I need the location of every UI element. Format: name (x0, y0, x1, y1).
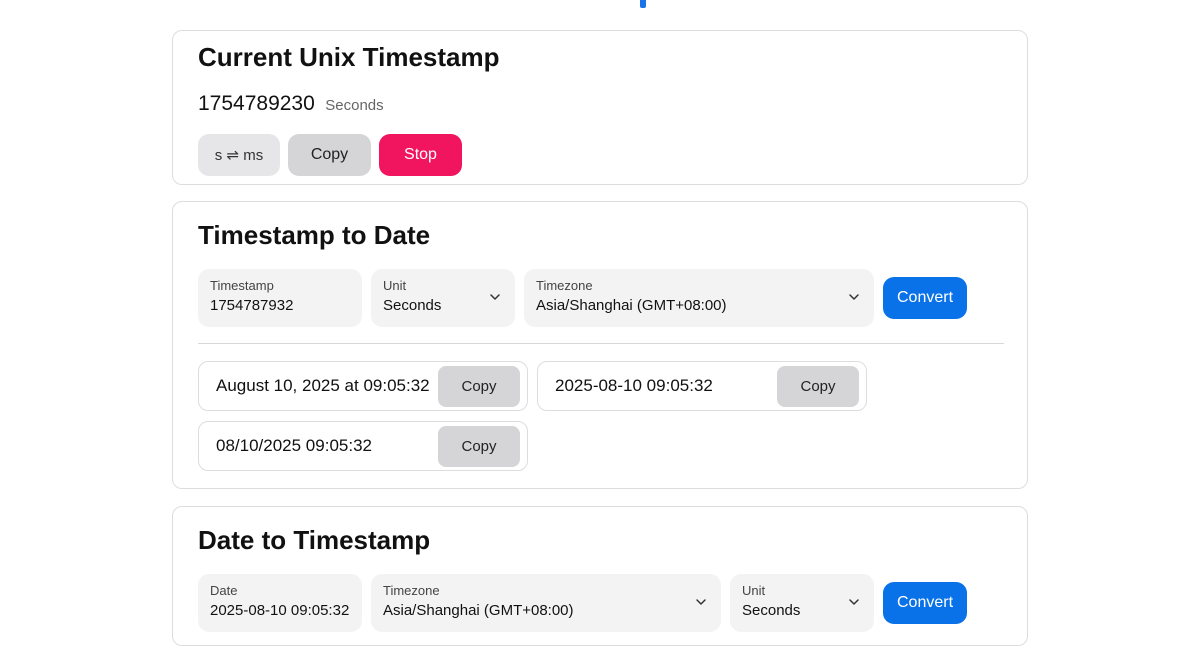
copy-long-date-button[interactable]: Copy (438, 366, 520, 407)
result-iso-date: 2025-08-10 09:05:32 Copy (537, 361, 867, 411)
date-input-label: Date (210, 583, 238, 598)
ts-timezone-select-value: Asia/Shanghai (GMT+08:00) (536, 297, 727, 314)
timestamp-input-label: Timestamp (210, 278, 274, 293)
date-to-timestamp-title: Date to Timestamp (198, 525, 431, 555)
date-unit-select-value: Seconds (742, 602, 801, 619)
current-timestamp-row: 1754789230 Seconds (198, 92, 384, 116)
chevron-down-icon (490, 294, 500, 300)
timestamp-input-value[interactable]: 1754787932 (210, 297, 293, 314)
ts-convert-button[interactable]: Convert (883, 277, 967, 319)
toggle-unit-button[interactable]: s ⇌ ms (198, 134, 280, 176)
current-timestamp-unit: Seconds (325, 97, 384, 114)
result-iso-date-text: 2025-08-10 09:05:32 (555, 376, 713, 395)
date-input-value[interactable]: 2025-08-10 09:05:32 (210, 602, 349, 619)
timestamp-to-date-title: Timestamp to Date (198, 220, 431, 250)
date-timezone-select[interactable]: Timezone Asia/Shanghai (GMT+08:00) (371, 574, 721, 632)
section-divider (198, 343, 1004, 344)
result-us-date: 08/10/2025 09:05:32 Copy (198, 421, 528, 471)
ts-timezone-select-label: Timezone (536, 278, 593, 293)
result-long-date-text: August 10, 2025 at 09:05:32 (216, 376, 430, 395)
date-timezone-select-value: Asia/Shanghai (GMT+08:00) (383, 602, 574, 619)
date-unit-select[interactable]: Unit Seconds (730, 574, 874, 632)
ts-unit-select[interactable]: Unit Seconds (371, 269, 515, 327)
date-timezone-select-label: Timezone (383, 583, 440, 598)
current-timestamp-title: Current Unix Timestamp (198, 42, 500, 72)
current-timestamp-card: Current Unix Timestamp 1754789230 Second… (172, 30, 1028, 185)
date-input[interactable]: Date 2025-08-10 09:05:32 (198, 574, 362, 632)
date-convert-button[interactable]: Convert (883, 582, 967, 624)
stop-button[interactable]: Stop (379, 134, 462, 176)
current-timestamp-value: 1754789230 (198, 92, 315, 115)
result-long-date: August 10, 2025 at 09:05:32 Copy (198, 361, 528, 411)
result-us-date-text: 08/10/2025 09:05:32 (216, 436, 372, 455)
date-unit-select-label: Unit (742, 583, 766, 598)
timestamp-input[interactable]: Timestamp 1754787932 (198, 269, 362, 327)
date-to-timestamp-card: Date to Timestamp Date 2025-08-10 09:05:… (172, 506, 1028, 646)
ts-timezone-select[interactable]: Timezone Asia/Shanghai (GMT+08:00) (524, 269, 874, 327)
ts-unit-select-value: Seconds (383, 297, 442, 314)
chevron-down-icon (849, 599, 859, 605)
copy-iso-date-button[interactable]: Copy (777, 366, 859, 407)
timestamp-to-date-card: Timestamp to Date Timestamp 1754787932 U… (172, 201, 1028, 489)
ts-unit-select-label: Unit (383, 278, 407, 293)
header-accent-mark (640, 0, 646, 8)
chevron-down-icon (849, 294, 859, 300)
chevron-down-icon (696, 599, 706, 605)
copy-current-timestamp-button[interactable]: Copy (288, 134, 371, 176)
copy-us-date-button[interactable]: Copy (438, 426, 520, 467)
